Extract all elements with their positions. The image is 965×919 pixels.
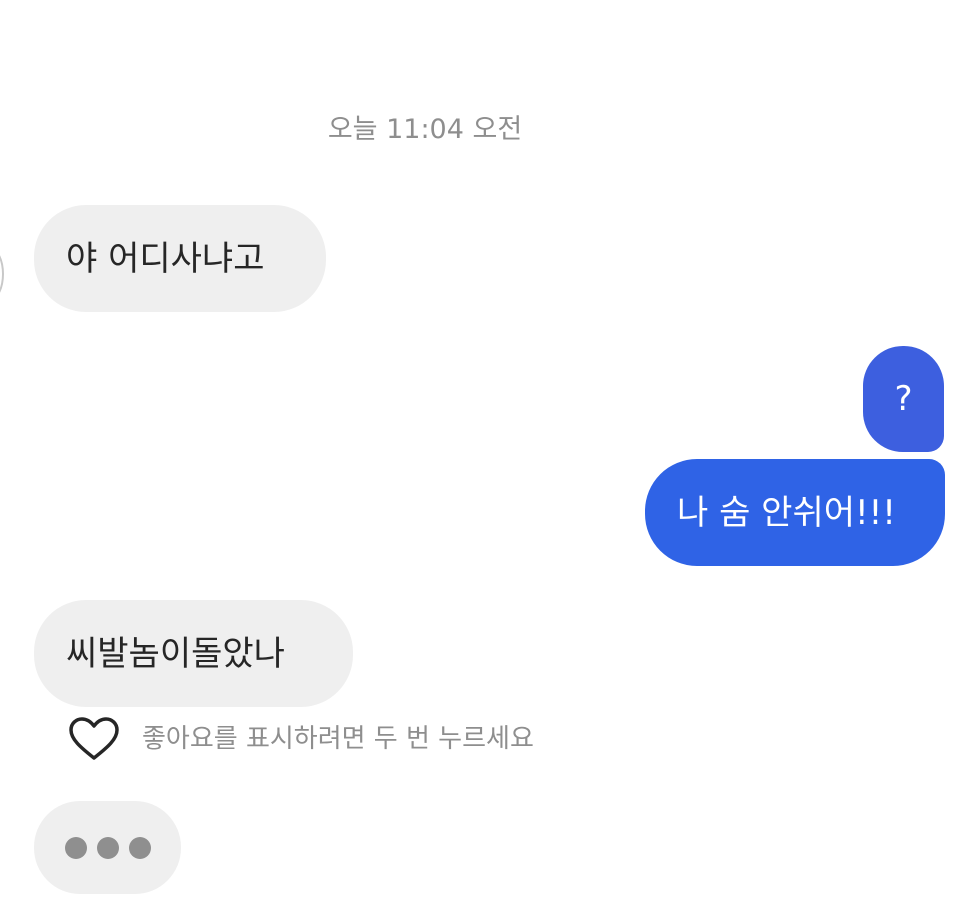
outgoing-message-bubble[interactable]: 나 숨 안쉬어!!! [645,459,945,566]
sender-avatar[interactable] [0,248,4,300]
incoming-message-bubble[interactable]: 야 어디사냐고 [34,205,326,312]
message-text: ? [894,379,913,419]
outgoing-message-bubble[interactable]: ? [863,346,944,452]
message-text: 야 어디사냐고 [66,238,265,279]
message-text: 나 숨 안쉬어!!! [677,492,896,533]
message-timestamp: 오늘 11:04 오전 [327,114,523,145]
typing-indicator [34,801,181,894]
typing-dot [64,836,87,859]
like-hint-text: 좋아요를 표시하려면 두 번 누르세요 [142,724,534,754]
like-hint-row: 좋아요를 표시하려면 두 번 누르세요 [68,714,534,764]
typing-dot [128,836,151,859]
heart-outline-icon[interactable] [68,716,120,762]
incoming-message-bubble[interactable]: 씨발놈이돌았나 [34,600,353,707]
message-text: 씨발놈이돌았나 [66,633,285,674]
typing-dot [96,836,119,859]
